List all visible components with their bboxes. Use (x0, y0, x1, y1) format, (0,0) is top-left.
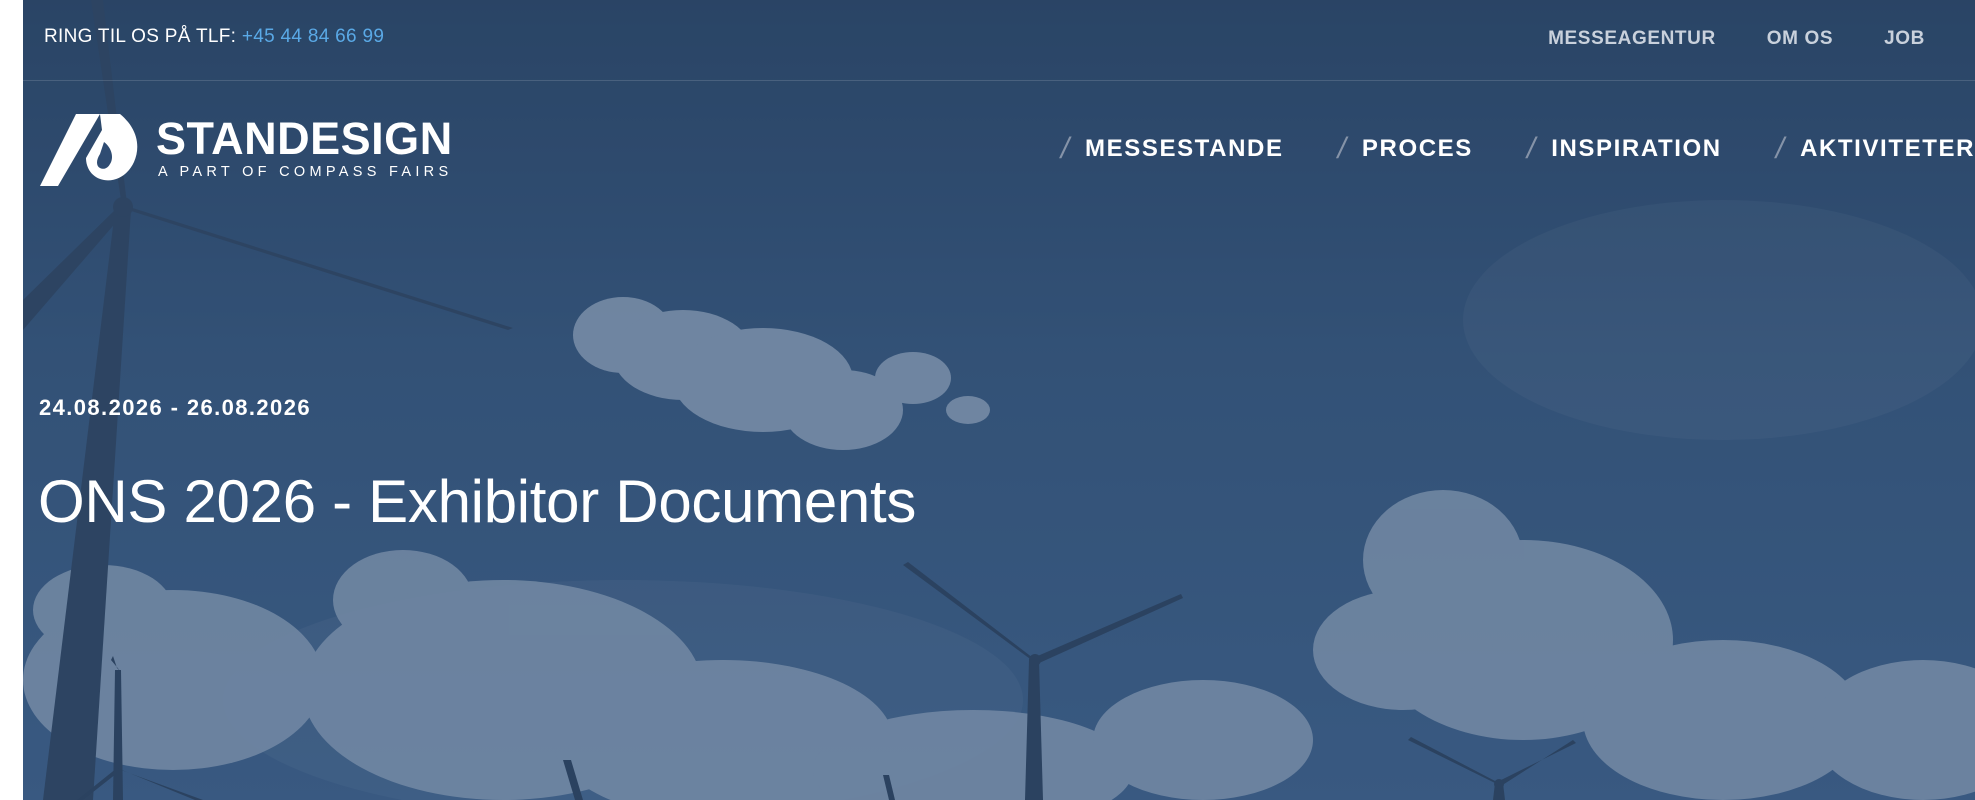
nav-item-proces[interactable]: / PROCES (1338, 134, 1473, 164)
slash-divider-icon: / (1060, 132, 1070, 165)
phone-number-link[interactable]: +45 44 84 66 99 (242, 26, 384, 47)
nav-item-messestande[interactable]: / MESSESTANDE (1061, 134, 1284, 164)
nav-item-label: PROCES (1361, 135, 1473, 162)
nav-item-label: MESSESTANDE (1085, 135, 1284, 162)
page-title: ONS 2026 - Exhibitor Documents (38, 468, 917, 535)
slash-divider-icon: / (1526, 132, 1536, 165)
slash-divider-icon: / (1337, 132, 1346, 165)
nav-item-label: INSPIRATION (1551, 135, 1722, 162)
nav-item-inspiration[interactable]: / INSPIRATION (1527, 134, 1722, 164)
phone-line: RING TIL OS PÅ TLF: +45 44 84 66 99 (44, 26, 384, 48)
nav-item-label: AKTIVITETER (1800, 135, 1975, 162)
logo-mark-icon (40, 114, 138, 186)
phone-label: RING TIL OS PÅ TLF: (44, 26, 237, 47)
main-navigation: / MESSESTANDE / PROCES / INSPIRATION / A… (1007, 134, 1975, 164)
logo-wordmark: STANDESIGN (156, 113, 453, 164)
nav-item-aktiviteter[interactable]: / AKTIVITETER (1776, 134, 1975, 164)
top-bar: RING TIL OS PÅ TLF: +45 44 84 66 99 MESS… (23, 0, 1975, 81)
slash-divider-icon: / (1775, 132, 1785, 165)
top-link-om-os[interactable]: OM OS (1767, 28, 1833, 50)
hero-section: RING TIL OS PÅ TLF: +45 44 84 66 99 MESS… (23, 0, 1975, 800)
top-link-job[interactable]: JOB (1884, 28, 1925, 50)
event-dates: 24.08.2026 - 26.08.2026 (39, 395, 311, 420)
top-link-messeagentur[interactable]: MESSEAGENTUR (1548, 28, 1716, 50)
logo[interactable]: STANDESIGN A PART OF COMPASS FAIRS (38, 108, 478, 188)
logo-tagline: A PART OF COMPASS FAIRS (158, 164, 453, 180)
top-links: MESSEAGENTUR OM OS JOB (1497, 28, 1975, 50)
